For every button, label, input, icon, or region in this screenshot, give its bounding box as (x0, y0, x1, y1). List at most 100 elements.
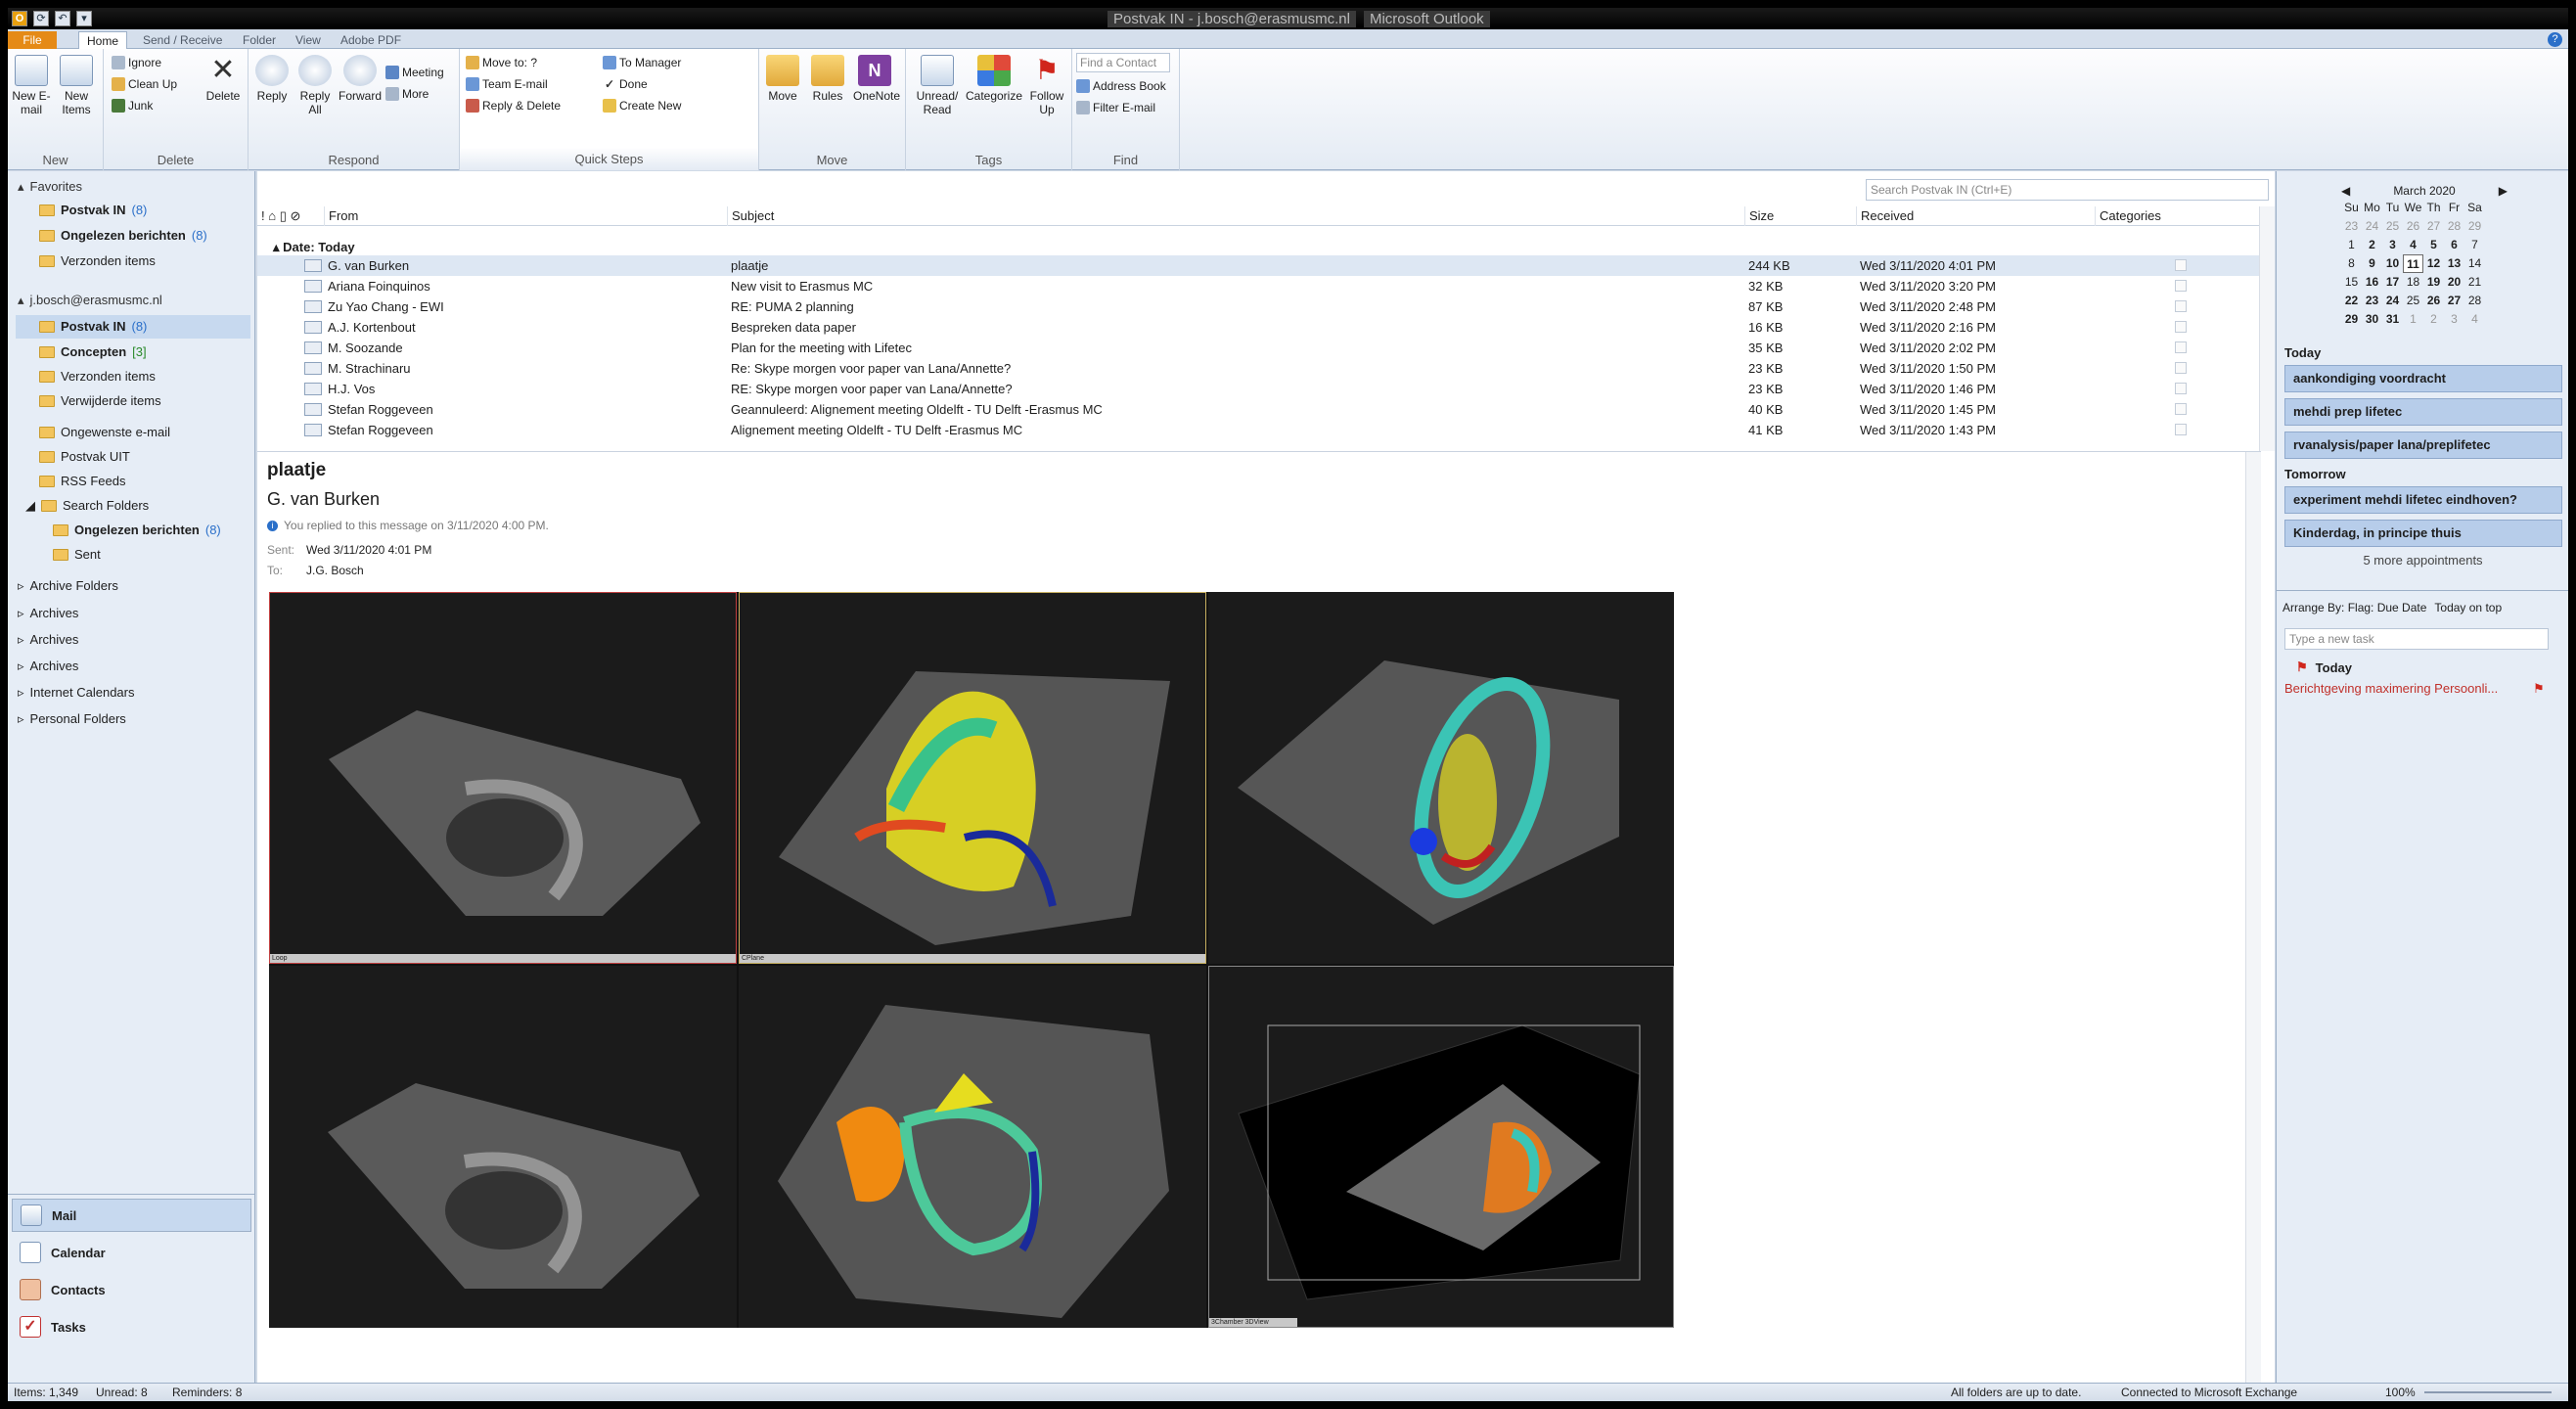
archives-2[interactable]: ▹ Archives (18, 628, 78, 652)
calendar-day[interactable]: 3 (2382, 236, 2403, 254)
more-appointments-link[interactable]: 5 more appointments (2277, 553, 2568, 568)
calendar-day[interactable]: 21 (2464, 273, 2485, 292)
message-list-scrollbar[interactable] (2259, 206, 2275, 451)
status-reminders[interactable]: Reminders: 8 (172, 1384, 242, 1401)
folder-concepten[interactable]: Concepten [3] (39, 341, 147, 364)
fav-verzonden[interactable]: Verzonden items (39, 250, 156, 273)
new-items-button[interactable]: New Items (55, 53, 98, 116)
archives-1[interactable]: ▹ Archives (18, 602, 78, 625)
forward-button[interactable]: Forward (339, 53, 382, 103)
undo-icon[interactable]: ↶ (55, 11, 70, 26)
calendar-day[interactable]: 19 (2423, 273, 2444, 292)
folder-verwijderde[interactable]: Verwijderde items (39, 389, 161, 413)
outlook-app-icon[interactable]: O (12, 11, 27, 26)
col-from[interactable]: From (324, 206, 727, 226)
calendar-day[interactable]: 17 (2382, 273, 2403, 292)
reply-all-button[interactable]: Reply All (294, 53, 337, 116)
flag-status-icon[interactable] (2175, 424, 2187, 435)
calendar-day[interactable]: 26 (2403, 217, 2423, 236)
calendar-day[interactable]: 4 (2403, 236, 2423, 254)
calendar-day[interactable]: 1 (2403, 310, 2423, 329)
flag-status-icon[interactable] (2175, 259, 2187, 271)
task-item[interactable]: Berichtgeving maximering Persoonli... (2284, 681, 2498, 696)
personal-folders[interactable]: ▹ Personal Folders (18, 707, 126, 731)
calendar-day[interactable]: 1 (2341, 236, 2362, 254)
message-row[interactable]: M. Soozande Plan for the meeting with Lif… (257, 338, 2261, 358)
calendar-day[interactable]: 28 (2444, 217, 2464, 236)
folder-ongewenste[interactable]: Ongewenste e-mail (39, 421, 170, 444)
calendar-day[interactable]: 25 (2403, 292, 2423, 310)
calendar-day[interactable]: 20 (2444, 273, 2464, 292)
message-row[interactable]: Zu Yao Chang - EWI RE: PUMA 2 planning 87 … (257, 296, 2261, 317)
col-size[interactable]: Size (1744, 206, 1856, 226)
folder-search-folders[interactable]: ◢ Search Folders (25, 494, 149, 518)
calendar-day[interactable]: 29 (2464, 217, 2485, 236)
nav-mail[interactable]: Mail (12, 1199, 251, 1232)
nav-calendar[interactable]: Calendar (12, 1236, 251, 1269)
calendar-day[interactable]: 23 (2362, 292, 2382, 310)
calendar-day[interactable]: 2 (2423, 310, 2444, 329)
new-email-button[interactable]: New E-mail (10, 53, 53, 116)
flag-status-icon[interactable] (2175, 300, 2187, 312)
task-flag-icon[interactable]: ⚑ (2533, 681, 2545, 697)
flag-status-icon[interactable] (2175, 280, 2187, 292)
calendar-day[interactable]: 12 (2423, 254, 2444, 273)
message-row[interactable]: Ariana Foinquinos New visit to Erasmus MC… (257, 276, 2261, 296)
onenote-button[interactable]: N OneNote (853, 53, 900, 103)
fav-postvak-in[interactable]: Postvak IN (8) (39, 199, 147, 222)
send-receive-icon[interactable]: ⟳ (33, 11, 49, 26)
message-row[interactable]: A.J. Kortenbout Bespreken data paper 16 KB… (257, 317, 2261, 338)
calendar-day[interactable]: 6 (2444, 236, 2464, 254)
tab-send-receive[interactable]: Send / Receive (135, 31, 230, 49)
date-group-header[interactable]: ▴ Date: Today (273, 240, 355, 255)
internet-calendars[interactable]: ▹ Internet Calendars (18, 681, 134, 704)
flag-status-icon[interactable] (2175, 341, 2187, 353)
rules-button[interactable]: Rules (806, 53, 849, 103)
message-row[interactable]: Stefan Roggeveen Alignement meeting Oldel… (257, 420, 2261, 440)
ignore-button[interactable]: Ignore (112, 53, 161, 72)
address-book-button[interactable]: Address Book (1076, 76, 1166, 96)
message-row[interactable]: M. Strachinaru Re: Skype morgen voor pape… (257, 358, 2261, 379)
qs-to-manager[interactable]: To Manager (603, 53, 681, 72)
new-task-input[interactable]: Type a new task (2284, 628, 2549, 650)
flag-status-icon[interactable] (2175, 321, 2187, 333)
appointment[interactable]: mehdi prep lifetec (2284, 398, 2562, 426)
calendar-day[interactable]: 24 (2382, 292, 2403, 310)
folder-postvak-in[interactable]: Postvak IN (8) (16, 315, 250, 339)
message-row[interactable]: H.J. Vos RE: Skype morgen voor paper van … (257, 379, 2261, 399)
message-row[interactable]: G. van Burken plaatje 244 KB Wed 3/11/2020 … (257, 255, 2261, 276)
flag-status-icon[interactable] (2175, 403, 2187, 415)
junk-button[interactable]: Junk (112, 96, 153, 115)
delete-button[interactable]: ✕ Delete (202, 53, 245, 104)
calendar-day[interactable]: 14 (2464, 254, 2485, 273)
move-button[interactable]: Move (761, 53, 804, 103)
tab-folder[interactable]: Folder (235, 31, 284, 49)
reply-button[interactable]: Reply (250, 53, 294, 103)
fav-ongelezen[interactable]: Ongelezen berichten (8) (39, 224, 207, 248)
calendar-day[interactable]: 11 (2403, 254, 2423, 273)
calendar-day[interactable]: 30 (2362, 310, 2382, 329)
calendar-day[interactable]: 2 (2362, 236, 2382, 254)
task-group-today[interactable]: ⚑ Today (2296, 659, 2352, 675)
calendar-day[interactable]: 9 (2362, 254, 2382, 273)
col-categories[interactable]: Categories (2095, 206, 2232, 226)
calendar-day[interactable]: 10 (2382, 254, 2403, 273)
calendar-day[interactable]: 31 (2382, 310, 2403, 329)
qs-move-to[interactable]: Move to: ? (466, 53, 537, 72)
tab-home[interactable]: Home (78, 31, 128, 49)
find-contact-input[interactable]: Find a Contact (1076, 53, 1170, 72)
account-header[interactable]: ▴ j.bosch@erasmusmc.nl (18, 289, 162, 312)
qs-reply-delete[interactable]: Reply & Delete (466, 96, 561, 115)
appointment[interactable]: Kinderdag, in principe thuis (2284, 520, 2562, 547)
favorites-header[interactable]: ▴ Favorites (18, 175, 82, 199)
zoom-slider[interactable] (2424, 1391, 2552, 1393)
appointment[interactable]: rvanalysis/paper lana/preplifetec (2284, 432, 2562, 459)
reading-pane-scrollbar[interactable] (2245, 452, 2261, 1384)
folder-sent[interactable]: Sent (53, 543, 101, 567)
calendar-day[interactable]: 8 (2341, 254, 2362, 273)
tab-view[interactable]: View (288, 31, 329, 49)
calendar-day[interactable]: 5 (2423, 236, 2444, 254)
calendar-day[interactable]: 27 (2423, 217, 2444, 236)
archives-3[interactable]: ▹ Archives (18, 655, 78, 678)
cleanup-button[interactable]: Clean Up (112, 74, 177, 94)
